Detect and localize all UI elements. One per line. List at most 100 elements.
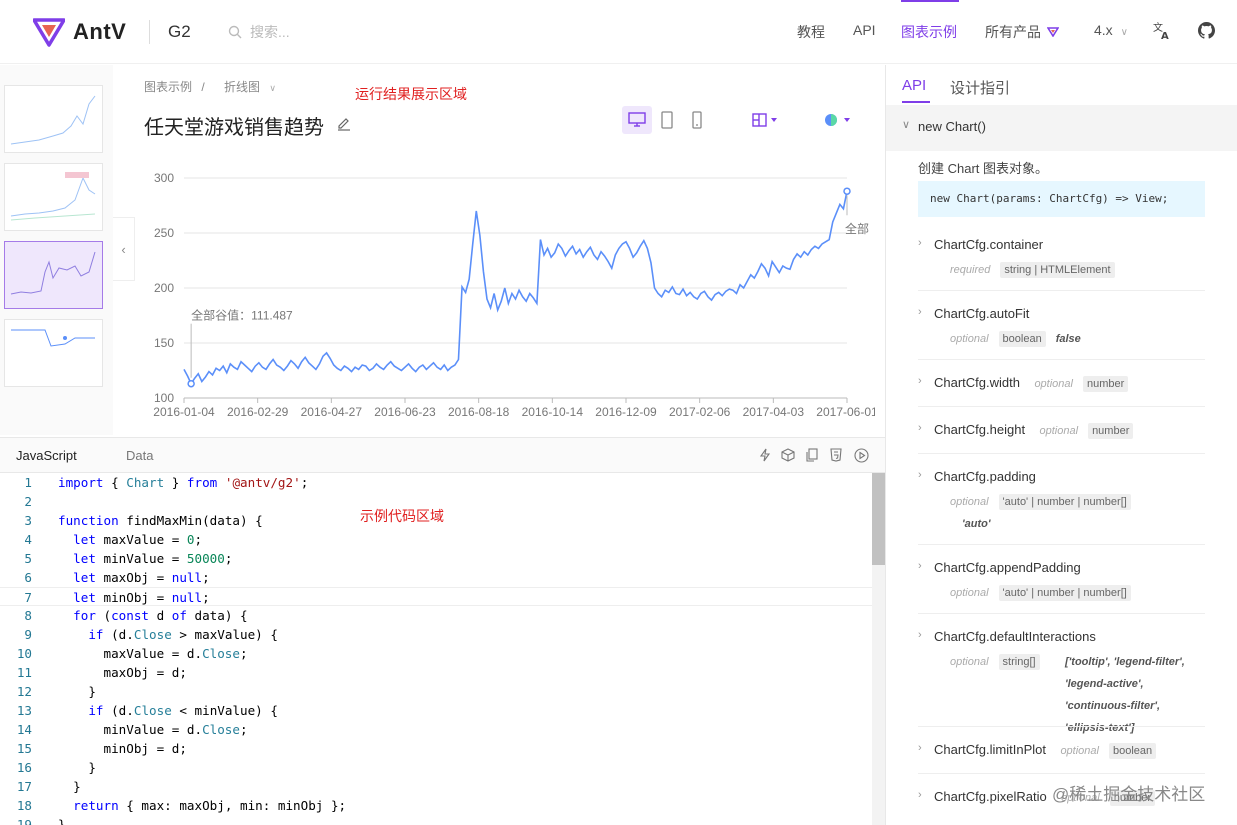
translate-icon[interactable]: 文 A <box>1152 20 1172 40</box>
api-item[interactable]: › ChartCfg.container required string | HTML… <box>918 237 1205 281</box>
code-text: function findMaxMin(data) { <box>58 511 263 530</box>
code-line[interactable]: 6 let maxObj = null; <box>0 568 872 587</box>
copy-icon[interactable] <box>805 448 819 462</box>
api-item[interactable]: › ChartCfg.padding optional 'auto' | number… <box>918 469 1205 535</box>
x-tick-label: 2017-04-03 <box>743 405 805 419</box>
code-line[interactable]: 12 } <box>0 682 872 701</box>
api-item-name[interactable]: › ChartCfg.autoFit <box>918 306 1205 321</box>
code-line[interactable]: 5 let minValue = 50000; <box>0 549 872 568</box>
collapse-sidebar-button[interactable]: ‹ <box>113 217 135 281</box>
line-chart[interactable]: 100 150 200 250 300 2016-01-04 2016-02-29 2016-… <box>140 160 875 425</box>
api-item-name[interactable]: › ChartCfg.container <box>918 237 1205 252</box>
code-token: from <box>186 475 218 490</box>
code-token: let <box>73 570 96 585</box>
api-item-meta: optional 'auto' | number | number[] <box>918 582 1205 604</box>
api-item[interactable]: › ChartCfg.limitInPlot optional boolean <box>918 742 1205 759</box>
thumbnail-2[interactable] <box>4 163 103 231</box>
nav-all-products[interactable]: 所有产品 <box>985 22 1060 42</box>
api-item[interactable]: › ChartCfg.defaultInteractions optional str… <box>918 629 1205 739</box>
line-number: 10 <box>16 646 32 661</box>
code-line[interactable]: 19} <box>0 815 872 825</box>
tab-data[interactable]: Data <box>126 448 153 463</box>
nav-tutorial[interactable]: 教程 <box>797 22 825 42</box>
api-item-name[interactable]: › ChartCfg.limitInPlot optional boolean <box>918 742 1205 759</box>
type-badge: string | HTMLElement <box>1000 262 1115 278</box>
product-name[interactable]: G2 <box>168 22 191 42</box>
search-box[interactable]: 搜索... <box>228 22 290 42</box>
theme-select[interactable] <box>820 106 854 134</box>
api-item-name[interactable]: › ChartCfg.width optional number <box>918 375 1205 392</box>
tablet-view-button[interactable] <box>652 106 682 134</box>
code-line[interactable]: 10 maxValue = d.Close; <box>0 644 872 663</box>
api-panel: API 设计指引 ∨ new Chart() 创建 Chart 图表对象。 ne… <box>885 65 1237 825</box>
breadcrumb-examples[interactable]: 图表示例 <box>144 80 192 94</box>
version-select[interactable]: 4.x ∨ <box>1094 22 1128 38</box>
desktop-view-button[interactable] <box>622 106 652 134</box>
api-item-name[interactable]: › ChartCfg.padding <box>918 469 1205 484</box>
api-divider <box>918 453 1205 454</box>
x-tick-label: 2016-02-29 <box>227 405 289 419</box>
code-line[interactable]: 13 if (d.Close < minValue) { <box>0 701 872 720</box>
section-new-chart[interactable]: ∨ new Chart() <box>886 105 1237 151</box>
code-line[interactable]: 11 maxObj = d; <box>0 663 872 682</box>
play-icon[interactable] <box>854 448 869 463</box>
code-line[interactable]: 16 } <box>0 758 872 777</box>
default-value: false <box>1055 333 1081 345</box>
code-line[interactable]: 9 if (d.Close > maxValue) { <box>0 625 872 644</box>
code-line[interactable]: 4 let maxValue = 0; <box>0 530 872 549</box>
code-line[interactable]: 1 import { Chart } from '@antv/g2'; <box>0 473 872 492</box>
github-icon[interactable] <box>1198 22 1215 39</box>
line-number: 13 <box>16 703 32 718</box>
api-item-name[interactable]: › ChartCfg.appendPadding <box>918 560 1205 575</box>
min-annotation-label: 全部谷值：111.487 <box>191 308 293 323</box>
api-item[interactable]: › ChartCfg.appendPadding optional 'auto' | … <box>918 560 1205 604</box>
editor-scrollbar-thumb[interactable] <box>872 473 885 565</box>
nav-examples[interactable]: 图表示例 <box>901 22 957 42</box>
lightning-icon[interactable] <box>758 448 772 462</box>
code-line[interactable]: 15 minObj = d; <box>0 739 872 758</box>
line-number: 11 <box>16 665 32 680</box>
api-item[interactable]: › ChartCfg.height optional number <box>918 422 1205 439</box>
api-item-name[interactable]: › ChartCfg.defaultInteractions <box>918 629 1205 644</box>
type-badge: boolean <box>1108 743 1157 759</box>
code-token: return <box>73 798 119 813</box>
tab-design-guide[interactable]: 设计指引 <box>950 77 1010 98</box>
edit-icon[interactable] <box>336 116 352 132</box>
mobile-view-button[interactable] <box>682 106 712 134</box>
editor-scrollbar[interactable] <box>872 473 885 825</box>
html5-icon[interactable] <box>829 448 843 462</box>
code-token: let <box>73 532 96 547</box>
code-line[interactable]: 18 return { max: maxObj, min: minObj }; <box>0 796 872 815</box>
thumbnail-4[interactable] <box>4 319 103 387</box>
code-token: minValue = <box>95 551 187 566</box>
api-item[interactable]: › ChartCfg.width optional number <box>918 375 1205 392</box>
antv-logo[interactable]: AntV <box>33 17 126 47</box>
code-text: import { Chart } from '@antv/g2'; <box>58 473 308 492</box>
version-label: 4.x <box>1094 22 1113 38</box>
annotation-code-area: 示例代码区域 <box>360 508 444 524</box>
layout-select[interactable] <box>748 106 782 134</box>
x-tick-label: 2017-06-01 <box>816 405 875 419</box>
breadcrumb-line-chart[interactable]: 折线图 <box>224 80 260 94</box>
code-line[interactable]: 8 for (const d of data) { <box>0 606 872 625</box>
nav-api[interactable]: API <box>853 22 876 38</box>
api-item[interactable]: › ChartCfg.autoFit optional boolean false <box>918 306 1205 350</box>
code-token: if <box>88 627 104 642</box>
search-input[interactable]: 搜索... <box>250 22 290 42</box>
api-item-name[interactable]: › ChartCfg.height optional number <box>918 422 1205 439</box>
x-tick-label: 2016-08-18 <box>448 405 510 419</box>
products-logo-icon <box>1046 27 1060 38</box>
tab-javascript[interactable]: JavaScript <box>16 448 77 463</box>
code-line[interactable]: 14 minValue = d.Close; <box>0 720 872 739</box>
code-line[interactable]: 17 } <box>0 777 872 796</box>
codesandbox-icon[interactable] <box>781 448 795 462</box>
thumbnail-1[interactable] <box>4 85 103 153</box>
code-token: const <box>111 608 150 623</box>
api-item-meta: required string | HTMLElement <box>918 259 1205 281</box>
y-tick-label: 200 <box>154 281 174 295</box>
thumbnail-3-active[interactable] <box>4 241 103 309</box>
code-line[interactable]: 7 let minObj = null; <box>0 587 872 606</box>
tab-api[interactable]: API <box>902 77 926 94</box>
code-text: let minValue = 50000; <box>58 549 232 568</box>
